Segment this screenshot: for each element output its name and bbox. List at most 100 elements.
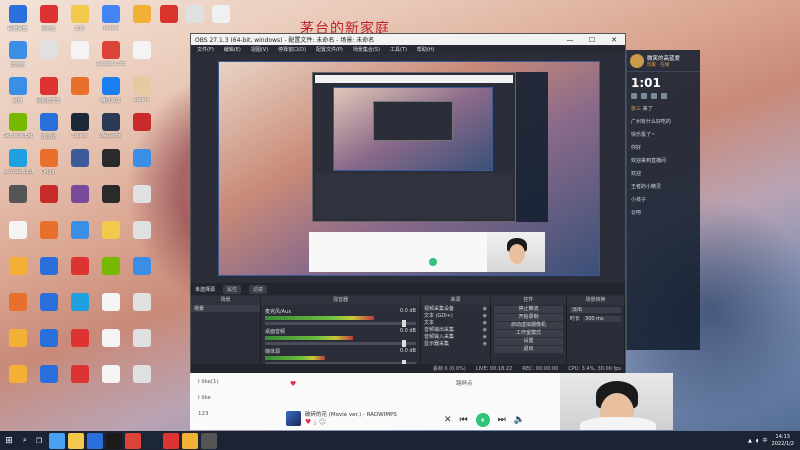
source-item[interactable]: 音频输出采集 ◉ (421, 326, 490, 334)
visibility-eye-icon[interactable]: ◉ (483, 327, 487, 333)
playlist-row[interactable]: 123 (198, 411, 209, 417)
download-icon[interactable]: ⤓ (314, 418, 317, 426)
desktop-shortcut[interactable] (2, 218, 33, 253)
desktop-shortcut[interactable] (33, 254, 64, 289)
desktop-shortcut[interactable] (64, 290, 95, 325)
control-button[interactable]: 退出 (494, 346, 563, 353)
visibility-eye-icon[interactable]: ◉ (483, 313, 487, 319)
desktop-shortcut[interactable] (33, 218, 64, 253)
desktop-shortcut[interactable]: 此电脑 (2, 38, 33, 73)
desktop-shortcut[interactable] (126, 2, 157, 37)
desktop-shortcut[interactable]: 网络 (2, 74, 33, 109)
desktop-shortcut[interactable] (95, 326, 126, 361)
desktop-shortcut[interactable] (126, 362, 157, 397)
desktop-shortcut[interactable] (2, 362, 33, 397)
desktop-shortcut[interactable] (126, 218, 157, 253)
desktop-shortcut[interactable] (160, 2, 178, 25)
desktop-shortcut[interactable] (64, 362, 95, 397)
desktop-shortcut[interactable] (33, 326, 64, 361)
control-button[interactable]: 设置 (494, 338, 563, 345)
filters-button[interactable]: 滤镜 (249, 284, 268, 294)
desktop-shortcut[interactable] (64, 254, 95, 289)
desktop-shortcut[interactable] (186, 2, 204, 25)
slider-handle[interactable] (402, 320, 406, 327)
menu-item[interactable]: 工具(T) (390, 46, 407, 53)
menu-item[interactable]: 帮助(H) (417, 46, 435, 53)
menu-item[interactable]: 场景集合(S) (353, 46, 380, 53)
control-button[interactable]: 工作室模式 (494, 330, 563, 337)
taskbar-app-icon[interactable] (144, 432, 160, 449)
network-icon[interactable]: ▲ (748, 438, 752, 444)
desktop-shortcut[interactable] (95, 290, 126, 325)
taskbar-app-icon[interactable] (87, 432, 103, 449)
desktop-shortcut[interactable]: 百度网盘 (2, 2, 33, 37)
source-item[interactable]: 音频输入采集 ◉ (421, 333, 490, 341)
desktop-shortcut[interactable] (126, 326, 157, 361)
volume-tray-icon[interactable]: ◖ (756, 438, 759, 444)
control-button[interactable]: 启动虚拟摄像机 (494, 322, 563, 329)
source-item[interactable]: 文本 ◉ (421, 319, 490, 327)
menu-item[interactable]: 视图(V) (251, 46, 268, 53)
desktop-shortcut[interactable] (95, 218, 126, 253)
volume-slider[interactable] (265, 320, 416, 327)
pause-button[interactable]: ⏸ (475, 413, 490, 427)
desktop-shortcut[interactable]: GeForce Experience (2, 110, 33, 145)
next-icon[interactable]: ⏭ (498, 415, 506, 425)
ime-indicator[interactable]: 中 (763, 437, 768, 444)
desktop-shortcut[interactable] (33, 290, 64, 325)
visibility-eye-icon[interactable]: ◉ (483, 341, 487, 347)
control-button[interactable]: 开始录制 (494, 314, 563, 321)
duration-input[interactable]: 300 ms (583, 315, 621, 322)
prev-icon[interactable]: ⏮ (460, 415, 468, 425)
desktop-shortcut[interactable] (64, 74, 95, 109)
desktop-shortcut[interactable] (95, 362, 126, 397)
desktop-shortcut[interactable] (126, 110, 157, 145)
scene-item[interactable]: 场景 (191, 305, 260, 312)
source-item[interactable]: 显示器采集 ◉ (421, 340, 490, 348)
desktop-shortcut[interactable] (64, 146, 95, 181)
desktop-shortcut[interactable] (64, 218, 95, 253)
desktop-shortcut[interactable]: Steam (64, 110, 95, 145)
desktop-shortcut[interactable]: Google Chrome (95, 38, 126, 73)
visibility-eye-icon[interactable]: ◉ (483, 306, 487, 312)
source-item[interactable]: 文本 (GDI+) ◉ (421, 312, 490, 320)
source-item[interactable]: 视频采集设备 ◉ (421, 305, 490, 313)
obs-preview[interactable] (218, 61, 600, 276)
playlist-row[interactable]: I like(1) (198, 379, 219, 385)
desktop-shortcut[interactable] (95, 146, 126, 181)
visibility-eye-icon[interactable]: ◉ (483, 320, 487, 326)
taskbar-app-icon[interactable] (68, 432, 84, 449)
playlist-row[interactable]: I like (198, 395, 211, 401)
desktop-shortcut[interactable] (126, 290, 157, 325)
task-view-icon[interactable]: ❐ (32, 437, 46, 445)
shuffle-icon[interactable]: ✕ (444, 415, 452, 425)
desktop-shortcut[interactable] (64, 38, 95, 73)
share-icon[interactable] (651, 93, 657, 99)
desktop-shortcut[interactable] (212, 2, 230, 25)
desktop-shortcut[interactable]: Google (95, 2, 126, 37)
desktop-shortcut[interactable]: Steam (126, 74, 157, 109)
taskbar-app-icon[interactable] (182, 432, 198, 449)
taskbar-app-icon[interactable] (125, 432, 141, 449)
desktop-shortcut[interactable] (2, 326, 33, 361)
desktop-shortcut[interactable]: 网易云音乐 (33, 74, 64, 109)
desktop-shortcut[interactable] (33, 362, 64, 397)
like-icon[interactable] (641, 93, 647, 99)
desktop-shortcut[interactable]: QQ游戏 (33, 110, 64, 145)
menu-item[interactable]: 配置文件(P) (316, 46, 343, 53)
taskbar-app-icon[interactable] (163, 432, 179, 449)
volume-icon[interactable]: 🔈 (514, 415, 525, 425)
desktop-shortcut[interactable]: 腾讯会议 (95, 74, 126, 109)
desktop-shortcut[interactable]: Microsoft Edge (2, 146, 33, 181)
desktop-shortcut[interactable] (33, 38, 64, 73)
taskbar-app-icon[interactable] (49, 432, 65, 449)
like-heart-icon[interactable]: ♥ (305, 418, 311, 426)
desktop-shortcut[interactable] (126, 254, 157, 289)
desktop-shortcut[interactable] (33, 182, 64, 217)
desktop-shortcut[interactable] (2, 182, 33, 217)
search-icon[interactable]: ⌕ (18, 436, 32, 445)
desktop-shortcut[interactable]: Origin (33, 146, 64, 181)
visibility-eye-icon[interactable]: ◉ (483, 334, 487, 340)
windows-start-icon[interactable]: ⊞ (0, 436, 18, 446)
heart-icon[interactable]: ♥ (290, 380, 296, 388)
